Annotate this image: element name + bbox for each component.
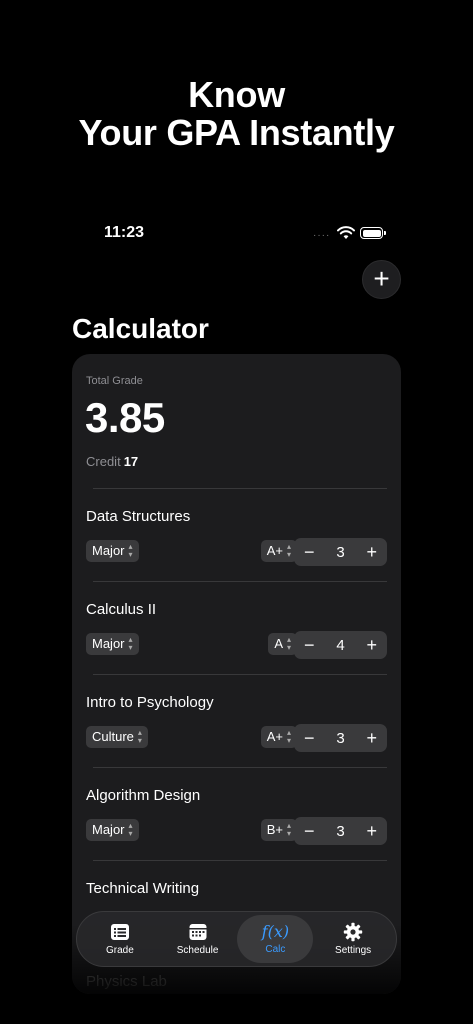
course-type-select[interactable]: Major ▴ ▾ [86, 633, 139, 655]
increment-button[interactable]: + [366, 729, 377, 747]
total-grade-label: Total Grade [86, 375, 143, 387]
course-name: Calculus II [86, 601, 157, 618]
course-name: Technical Writing [86, 880, 200, 897]
updown-chevron-icon: ▴ ▾ [286, 728, 291, 745]
page-title: Calculator [72, 313, 209, 344]
updown-chevron-icon: ▴ ▾ [286, 635, 291, 652]
divider [93, 581, 387, 582]
headline-line-1: Know [188, 74, 285, 115]
status-time: 11:23 [104, 224, 145, 241]
list-icon [110, 924, 129, 940]
decrement-button[interactable]: − [304, 543, 315, 561]
course-item: Algorithm Design Major ▴ ▾ B+ ▴ ▾ − 3 + [72, 787, 401, 880]
credit-stepper: − 3 + [294, 817, 387, 845]
grade-select[interactable]: A+ ▴ ▾ [260, 540, 297, 562]
course-type-select[interactable]: Major ▴ ▾ [86, 819, 139, 841]
updown-chevron-icon: ▴ ▾ [286, 821, 291, 838]
decrement-button[interactable]: − [304, 729, 315, 747]
course-name: Algorithm Design [86, 787, 201, 804]
credit-stepper: − 3 + [294, 724, 387, 752]
add-course-button[interactable]: + [362, 260, 401, 299]
wifi-icon [337, 226, 355, 239]
course-item: Intro to Psychology Culture ▴ ▾ A+ ▴ ▾ − 3… [72, 694, 401, 787]
tab-schedule[interactable]: Schedule [160, 915, 236, 963]
course-item: Calculus II Major ▴ ▾ A ▴ ▾ − 4 + [72, 601, 401, 694]
divider [93, 488, 387, 489]
decrement-button[interactable]: − [304, 822, 315, 840]
credit-count: 4 [336, 636, 345, 654]
tab-calc[interactable]: f(x) Calc [237, 915, 314, 963]
grade-select[interactable]: A+ ▴ ▾ [260, 726, 297, 748]
credit-stepper: − 3 + [294, 538, 387, 566]
course-item: Physics Lab [72, 973, 401, 994]
course-name: Intro to Psychology [86, 694, 214, 711]
tab-grade[interactable]: Grade [82, 915, 158, 963]
updown-chevron-icon: ▴ ▾ [128, 635, 133, 652]
promo-headline: Know Your GPA Instantly [0, 76, 473, 152]
course-item: Data Structures Major ▴ ▾ A+ ▴ ▾ − 3 + [72, 508, 401, 601]
gpa-card: Total Grade 3.85 Credit 17 Data Structure… [72, 354, 401, 994]
calendar-icon [189, 924, 207, 940]
decrement-button[interactable]: − [304, 636, 315, 654]
increment-button[interactable]: + [366, 543, 377, 561]
updown-chevron-icon: ▴ ▾ [137, 728, 142, 745]
credit-count: 3 [336, 543, 345, 561]
course-type-select[interactable]: Culture ▴ ▾ [86, 726, 148, 748]
credit-stepper: − 4 + [294, 631, 387, 659]
credit-label: Credit [86, 454, 121, 469]
tab-settings[interactable]: Settings [315, 915, 391, 963]
grade-select[interactable]: B+ ▴ ▾ [260, 819, 297, 841]
course-name: Physics Lab [86, 973, 167, 990]
increment-button[interactable]: + [366, 822, 377, 840]
updown-chevron-icon: ▴ ▾ [128, 821, 133, 838]
gpa-value: 3.85 [85, 394, 165, 441]
function-icon: f(x) [261, 922, 290, 941]
course-type-select[interactable]: Major ▴ ▾ [86, 540, 139, 562]
headline-line-2: Your GPA Instantly [78, 112, 395, 153]
status-bar: 11:23 ···· [0, 222, 473, 246]
plus-icon: + [373, 262, 390, 294]
battery-icon [360, 227, 386, 239]
divider [93, 674, 387, 675]
divider [93, 860, 387, 861]
credit-summary: Credit 17 [86, 454, 138, 469]
credit-value: 17 [123, 454, 139, 469]
signal-dots: ···· [313, 230, 331, 241]
updown-chevron-icon: ▴ ▾ [128, 542, 133, 559]
tab-bar: Grade Schedule f(x) Calc Settings [76, 911, 397, 967]
increment-button[interactable]: + [366, 636, 377, 654]
credit-count: 3 [336, 729, 345, 747]
course-name: Data Structures [86, 508, 191, 525]
credit-count: 3 [336, 822, 345, 840]
divider [93, 767, 387, 768]
grade-select[interactable]: A ▴ ▾ [268, 633, 297, 655]
updown-chevron-icon: ▴ ▾ [286, 542, 291, 559]
gear-icon [343, 922, 363, 942]
